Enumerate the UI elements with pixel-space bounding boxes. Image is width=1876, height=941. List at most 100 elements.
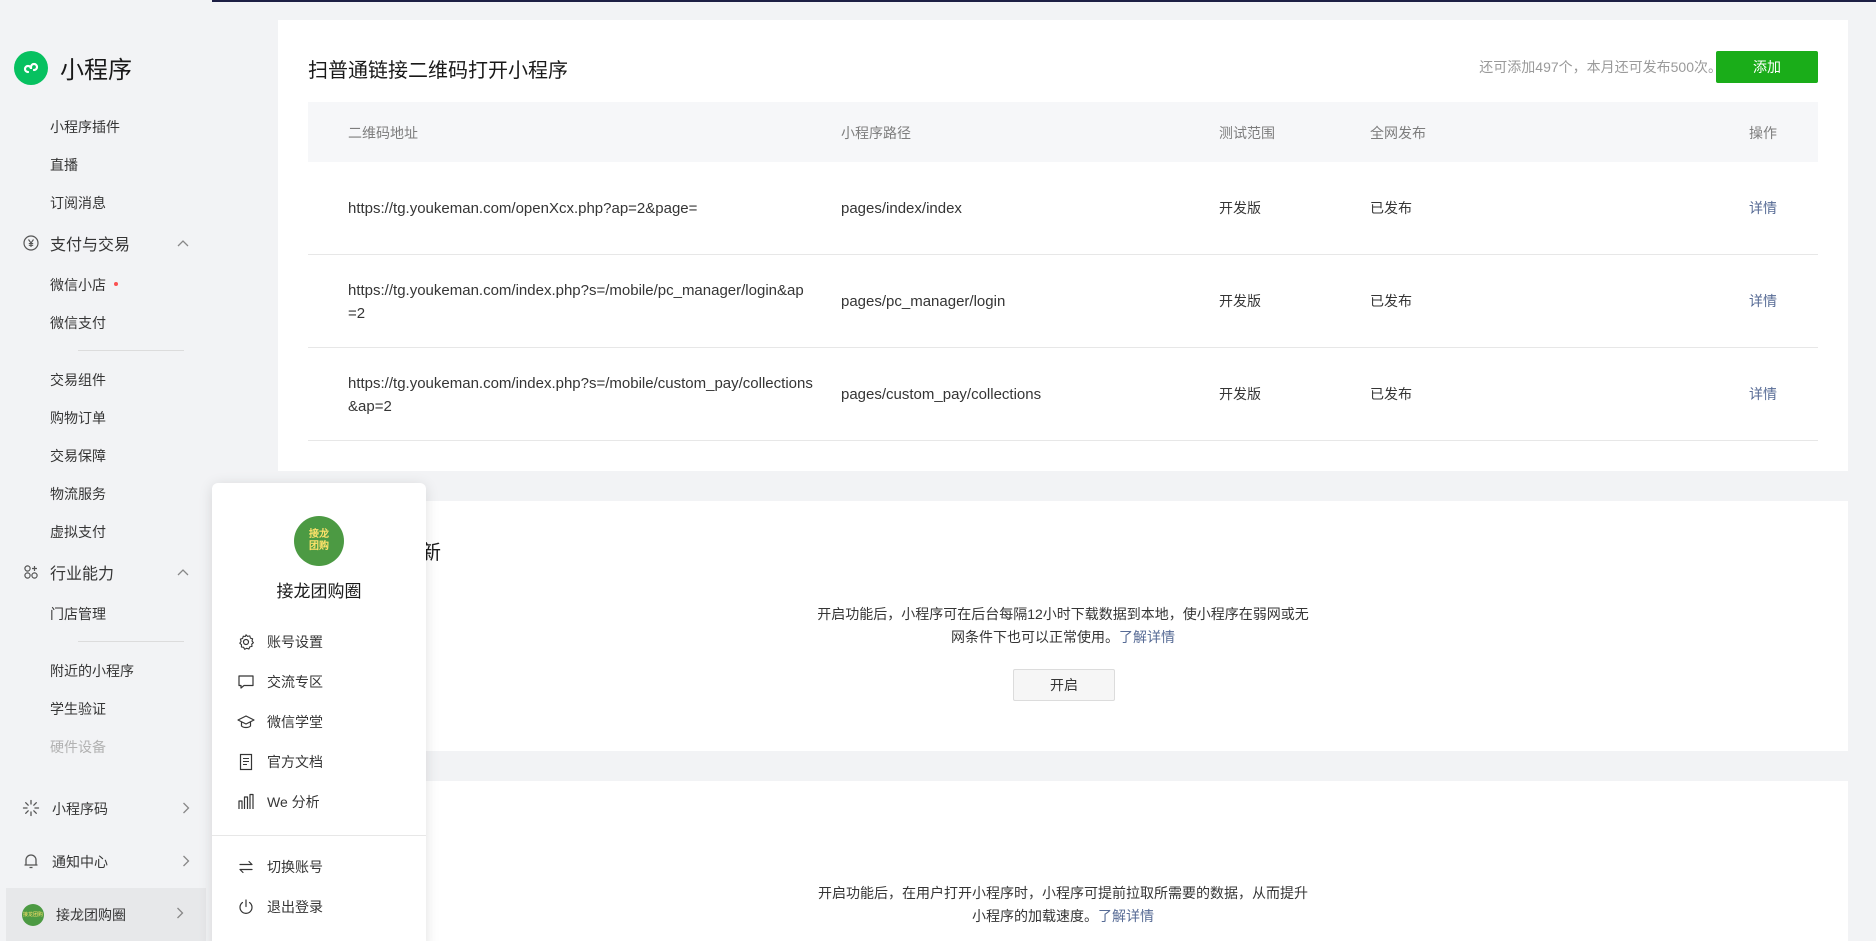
- menu-item-wechat-academy[interactable]: 微信学堂: [237, 710, 323, 734]
- account-popover: 接龙 团购 接龙团购圈 账号设置 交流专区 微信学堂 官方文档 We 分析 切换…: [212, 483, 426, 941]
- table-row: https://tg.youkeman.com/index.php?s=/mob…: [308, 255, 1818, 348]
- sidebar-item-wechat-pay[interactable]: 微信支付: [50, 313, 106, 333]
- sidebar: 小程序 小程序插件 直播 订阅消息 支付与交易 微信小店 微信支付 交易组件 购…: [0, 0, 212, 941]
- sidebar-group-label: 支付与交易: [50, 237, 131, 254]
- sun-burst-icon: [22, 799, 40, 820]
- periodic-update-card: 新 开启功能后，小程序可在后台每隔12小时下载数据到本地，使小程序在弱网或无 网…: [278, 501, 1848, 751]
- column-header: 测试范围: [1219, 125, 1275, 141]
- column-header: 二维码地址: [348, 125, 418, 141]
- sidebar-item-virtual-pay[interactable]: 虚拟支付: [50, 522, 106, 542]
- document-icon: [237, 753, 255, 771]
- menu-item-community[interactable]: 交流专区: [237, 670, 323, 694]
- notification-dot: [114, 282, 118, 287]
- sidebar-divider: [78, 350, 184, 351]
- menu-item-account-settings[interactable]: 账号设置: [237, 630, 323, 654]
- preload-card: 开启功能后，在用户打开小程序时，小程序可提前拉取所需要的数据，从而提升 小程序的…: [278, 781, 1848, 941]
- sidebar-item-label: 微信小店: [50, 277, 106, 293]
- page-path: pages/pc_manager/login: [841, 293, 1006, 310]
- sidebar-item-store-management[interactable]: 门店管理: [50, 604, 106, 624]
- sidebar-item-subscribe-messages[interactable]: 订阅消息: [50, 193, 106, 213]
- sidebar-item-live[interactable]: 直播: [50, 155, 78, 175]
- publish-status: 已发布: [1370, 386, 1412, 402]
- yen-circle-icon: [22, 234, 40, 252]
- qr-url: https://tg.youkeman.com/index.php?s=/mob…: [348, 375, 813, 415]
- chevron-right-icon: [182, 801, 190, 817]
- learn-more-link[interactable]: 了解详情: [1098, 908, 1154, 924]
- sidebar-item-shopping-orders[interactable]: 购物订单: [50, 408, 106, 428]
- quota-text: 还可添加497个，本月还可发布500次。: [1479, 59, 1722, 75]
- qr-url: https://tg.youkeman.com/index.php?s=/mob…: [348, 282, 804, 322]
- sidebar-item-logistics[interactable]: 物流服务: [50, 484, 106, 504]
- brand-title: 小程序: [60, 57, 132, 84]
- chevron-right-icon: [182, 854, 190, 870]
- sidebar-divider: [78, 641, 184, 642]
- test-scope: 开发版: [1219, 386, 1261, 402]
- sidebar-group-label: 行业能力: [50, 566, 115, 583]
- publish-status: 已发布: [1370, 293, 1412, 309]
- page-path: pages/index/index: [841, 200, 962, 217]
- sidebar-group-payment[interactable]: 支付与交易: [22, 231, 190, 255]
- sidebar-item-label: 小程序码: [52, 801, 108, 817]
- qr-url: https://tg.youkeman.com/openXcx.php?ap=2…: [348, 200, 698, 217]
- avatar: 接龙团购: [294, 516, 344, 566]
- sidebar-item-notification-center[interactable]: 通知中心: [22, 850, 190, 874]
- add-button[interactable]: 添加: [1716, 51, 1818, 83]
- menu-item-label: 退出登录: [267, 899, 323, 915]
- sidebar-item-plugins[interactable]: 小程序插件: [50, 117, 120, 137]
- section-title: 扫普通链接二维码打开小程序: [308, 60, 568, 82]
- brand[interactable]: 小程序: [14, 50, 132, 85]
- detail-link[interactable]: 详情: [1749, 197, 1777, 220]
- section-description: 开启功能后，小程序可在后台每隔12小时下载数据到本地，使小程序在弱网或无 网条件…: [817, 606, 1309, 645]
- menu-item-label: 切换账号: [267, 859, 323, 875]
- menu-item-label: 账号设置: [267, 634, 323, 650]
- menu-item-label: 交流专区: [267, 674, 323, 690]
- chevron-up-icon: [176, 565, 190, 579]
- qr-rules-table: 二维码地址 小程序路径 测试范围 全网发布 操作 https://tg.youk…: [308, 102, 1818, 441]
- menu-item-logout[interactable]: 退出登录: [237, 895, 323, 919]
- column-header: 小程序路径: [841, 125, 911, 141]
- power-icon: [237, 898, 255, 916]
- publish-status: 已发布: [1370, 200, 1412, 216]
- menu-item-official-docs[interactable]: 官方文档: [237, 750, 323, 774]
- test-scope: 开发版: [1219, 293, 1261, 309]
- sidebar-item-nearby-miniprogram[interactable]: 附近的小程序: [50, 661, 134, 681]
- sidebar-item-wechat-shop[interactable]: 微信小店: [50, 275, 118, 295]
- menu-item-label: 微信学堂: [267, 714, 323, 730]
- enable-button[interactable]: 开启: [1013, 669, 1115, 701]
- avatar: 接龙团购: [22, 903, 44, 926]
- analytics-icon: [237, 793, 255, 811]
- bell-icon: [22, 852, 40, 873]
- gear-icon: [237, 633, 255, 651]
- account-switcher[interactable]: 接龙团购 接龙团购圈: [6, 888, 206, 941]
- miniprogram-logo-icon: [14, 50, 48, 85]
- sidebar-item-miniprogram-code[interactable]: 小程序码: [22, 797, 190, 821]
- table-row: https://tg.youkeman.com/openXcx.php?ap=2…: [308, 162, 1818, 255]
- account-name: 接龙团购圈: [276, 582, 362, 601]
- menu-item-label: We 分析: [267, 794, 320, 810]
- test-scope: 开发版: [1219, 200, 1261, 216]
- menu-item-switch-account[interactable]: 切换账号: [237, 855, 323, 879]
- menu-item-label: 官方文档: [267, 754, 323, 770]
- switch-icon: [237, 858, 255, 876]
- column-header: 操作: [1749, 125, 1777, 141]
- account-name: 接龙团购圈: [56, 906, 126, 923]
- industry-nodes-icon: [22, 563, 40, 581]
- qr-link-card: 扫普通链接二维码打开小程序 还可添加497个，本月还可发布500次。 添加 二维…: [278, 20, 1848, 471]
- chat-icon: [237, 673, 255, 691]
- table-header: 二维码地址 小程序路径 测试范围 全网发布 操作: [308, 102, 1818, 162]
- sidebar-group-industry[interactable]: 行业能力: [22, 560, 190, 584]
- detail-link[interactable]: 详情: [1749, 383, 1777, 406]
- table-row: https://tg.youkeman.com/index.php?s=/mob…: [308, 348, 1818, 441]
- sidebar-item-student-verification[interactable]: 学生验证: [50, 699, 106, 719]
- graduation-cap-icon: [237, 713, 255, 731]
- chevron-up-icon: [176, 236, 190, 250]
- section-description: 开启功能后，在用户打开小程序时，小程序可提前拉取所需要的数据，从而提升 小程序的…: [818, 885, 1308, 924]
- sidebar-item-hardware-devices[interactable]: 硬件设备: [50, 737, 106, 757]
- menu-item-we-analytics[interactable]: We 分析: [237, 790, 320, 814]
- detail-link[interactable]: 详情: [1749, 290, 1777, 313]
- sidebar-item-label: 通知中心: [52, 854, 108, 870]
- sidebar-item-trade-components[interactable]: 交易组件: [50, 370, 106, 390]
- learn-more-link[interactable]: 了解详情: [1119, 629, 1175, 645]
- page-path: pages/custom_pay/collections: [841, 386, 1042, 403]
- sidebar-item-trade-guarantee[interactable]: 交易保障: [50, 446, 106, 466]
